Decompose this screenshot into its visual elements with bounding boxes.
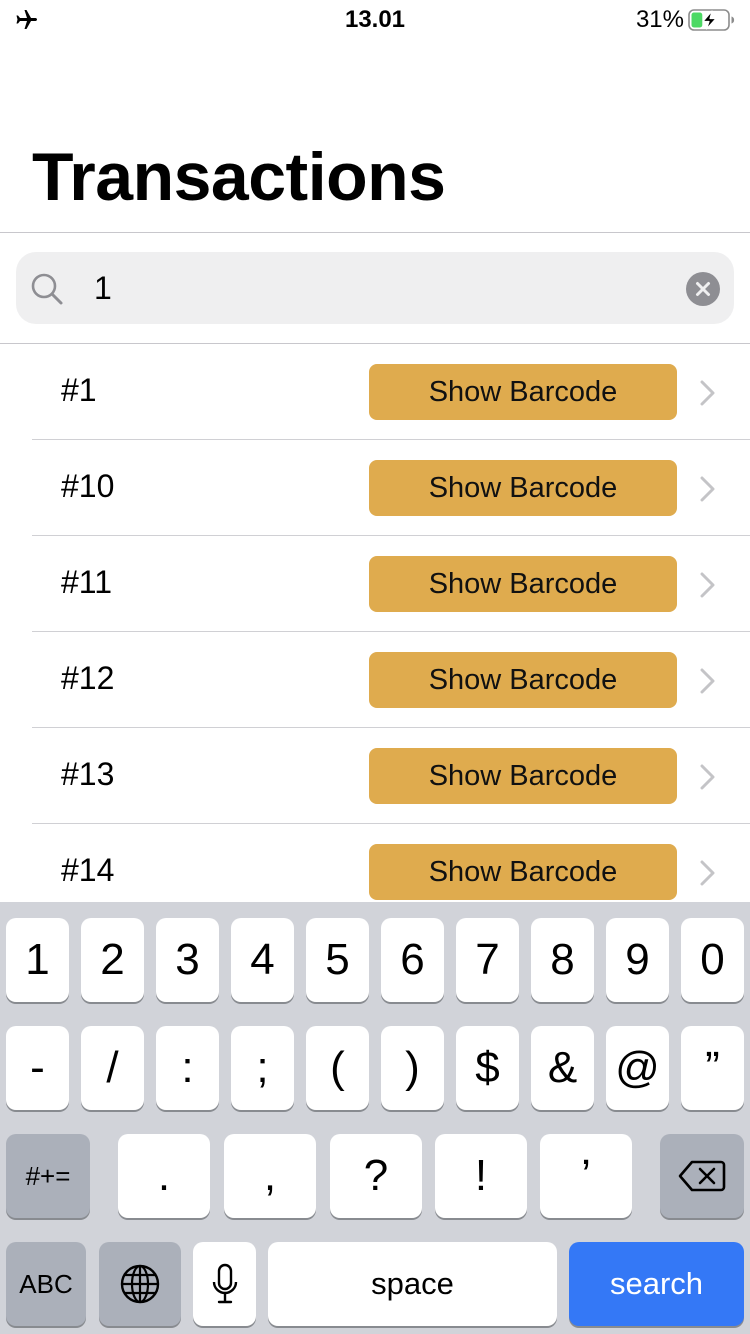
key-6[interactable]: 6 [381, 918, 444, 1002]
key-exclamation[interactable]: ! [435, 1134, 527, 1218]
key-5[interactable]: 5 [306, 918, 369, 1002]
key-comma[interactable]: , [224, 1134, 316, 1218]
backspace-icon [678, 1160, 726, 1192]
key-2[interactable]: 2 [81, 918, 144, 1002]
key-semicolon[interactable]: ; [231, 1026, 294, 1110]
key-at[interactable]: @ [606, 1026, 669, 1110]
transaction-id: #14 [61, 852, 115, 888]
chevron-right-icon[interactable] [700, 860, 716, 886]
key-9[interactable]: 9 [606, 918, 669, 1002]
table-row[interactable]: #12 Show Barcode [0, 632, 750, 728]
transaction-id: #1 [61, 372, 97, 408]
chevron-right-icon[interactable] [700, 668, 716, 694]
battery-charging-icon [688, 9, 735, 31]
key-4[interactable]: 4 [231, 918, 294, 1002]
title-divider [0, 232, 750, 233]
key-open-paren[interactable]: ( [306, 1026, 369, 1110]
keyboard[interactable]: 1 2 3 4 5 6 7 8 9 0 - / : ; ( ) $ & @ ” … [0, 902, 750, 1334]
space-key[interactable]: space [268, 1242, 557, 1326]
key-apostrophe[interactable]: ’ [540, 1134, 632, 1218]
table-row[interactable]: #10 Show Barcode [0, 440, 750, 536]
clear-icon[interactable] [686, 272, 720, 306]
transaction-id: #11 [61, 564, 113, 600]
transaction-id: #12 [61, 660, 115, 696]
search-key[interactable]: search [569, 1242, 744, 1326]
key-3[interactable]: 3 [156, 918, 219, 1002]
show-barcode-button[interactable]: Show Barcode [369, 652, 677, 708]
key-slash[interactable]: / [81, 1026, 144, 1110]
key-dollar[interactable]: $ [456, 1026, 519, 1110]
symbols-toggle-key[interactable]: #+= [6, 1134, 90, 1218]
transaction-id: #13 [61, 756, 115, 792]
key-8[interactable]: 8 [531, 918, 594, 1002]
chevron-right-icon[interactable] [700, 476, 716, 502]
transaction-list[interactable]: #1 Show Barcode #10 Show Barcode #11 Sho… [0, 344, 750, 902]
key-period[interactable]: . [118, 1134, 210, 1218]
chevron-right-icon[interactable] [700, 380, 716, 406]
search-value[interactable]: 1 [94, 270, 112, 307]
delete-key[interactable] [660, 1134, 744, 1218]
key-close-paren[interactable]: ) [381, 1026, 444, 1110]
show-barcode-button[interactable]: Show Barcode [369, 460, 677, 516]
globe-key[interactable] [99, 1242, 181, 1326]
table-row[interactable]: #1 Show Barcode [0, 344, 750, 440]
search-input[interactable]: 1 [16, 252, 734, 324]
page-title: Transactions [32, 139, 446, 215]
dictation-key[interactable] [193, 1242, 256, 1326]
table-row[interactable]: #14 Show Barcode [0, 824, 750, 902]
search-icon [31, 273, 63, 305]
battery-percentage: 31% [635, 6, 684, 33]
key-7[interactable]: 7 [456, 918, 519, 1002]
transaction-id: #10 [61, 468, 115, 504]
key-0[interactable]: 0 [681, 918, 744, 1002]
status-bar: 13.01 31% [0, 0, 750, 40]
show-barcode-button[interactable]: Show Barcode [369, 844, 677, 900]
key-question[interactable]: ? [330, 1134, 422, 1218]
chevron-right-icon[interactable] [700, 764, 716, 790]
chevron-right-icon[interactable] [700, 572, 716, 598]
key-1[interactable]: 1 [6, 918, 69, 1002]
table-row[interactable]: #13 Show Barcode [0, 728, 750, 824]
key-hyphen[interactable]: - [6, 1026, 69, 1110]
key-quote[interactable]: ” [681, 1026, 744, 1110]
table-row[interactable]: #11 Show Barcode [0, 536, 750, 632]
show-barcode-button[interactable]: Show Barcode [369, 748, 677, 804]
microphone-icon [212, 1263, 237, 1304]
abc-key[interactable]: ABC [6, 1242, 86, 1326]
globe-icon [120, 1264, 160, 1304]
show-barcode-button[interactable]: Show Barcode [369, 364, 677, 420]
show-barcode-button[interactable]: Show Barcode [369, 556, 677, 612]
key-ampersand[interactable]: & [531, 1026, 594, 1110]
key-colon[interactable]: : [156, 1026, 219, 1110]
